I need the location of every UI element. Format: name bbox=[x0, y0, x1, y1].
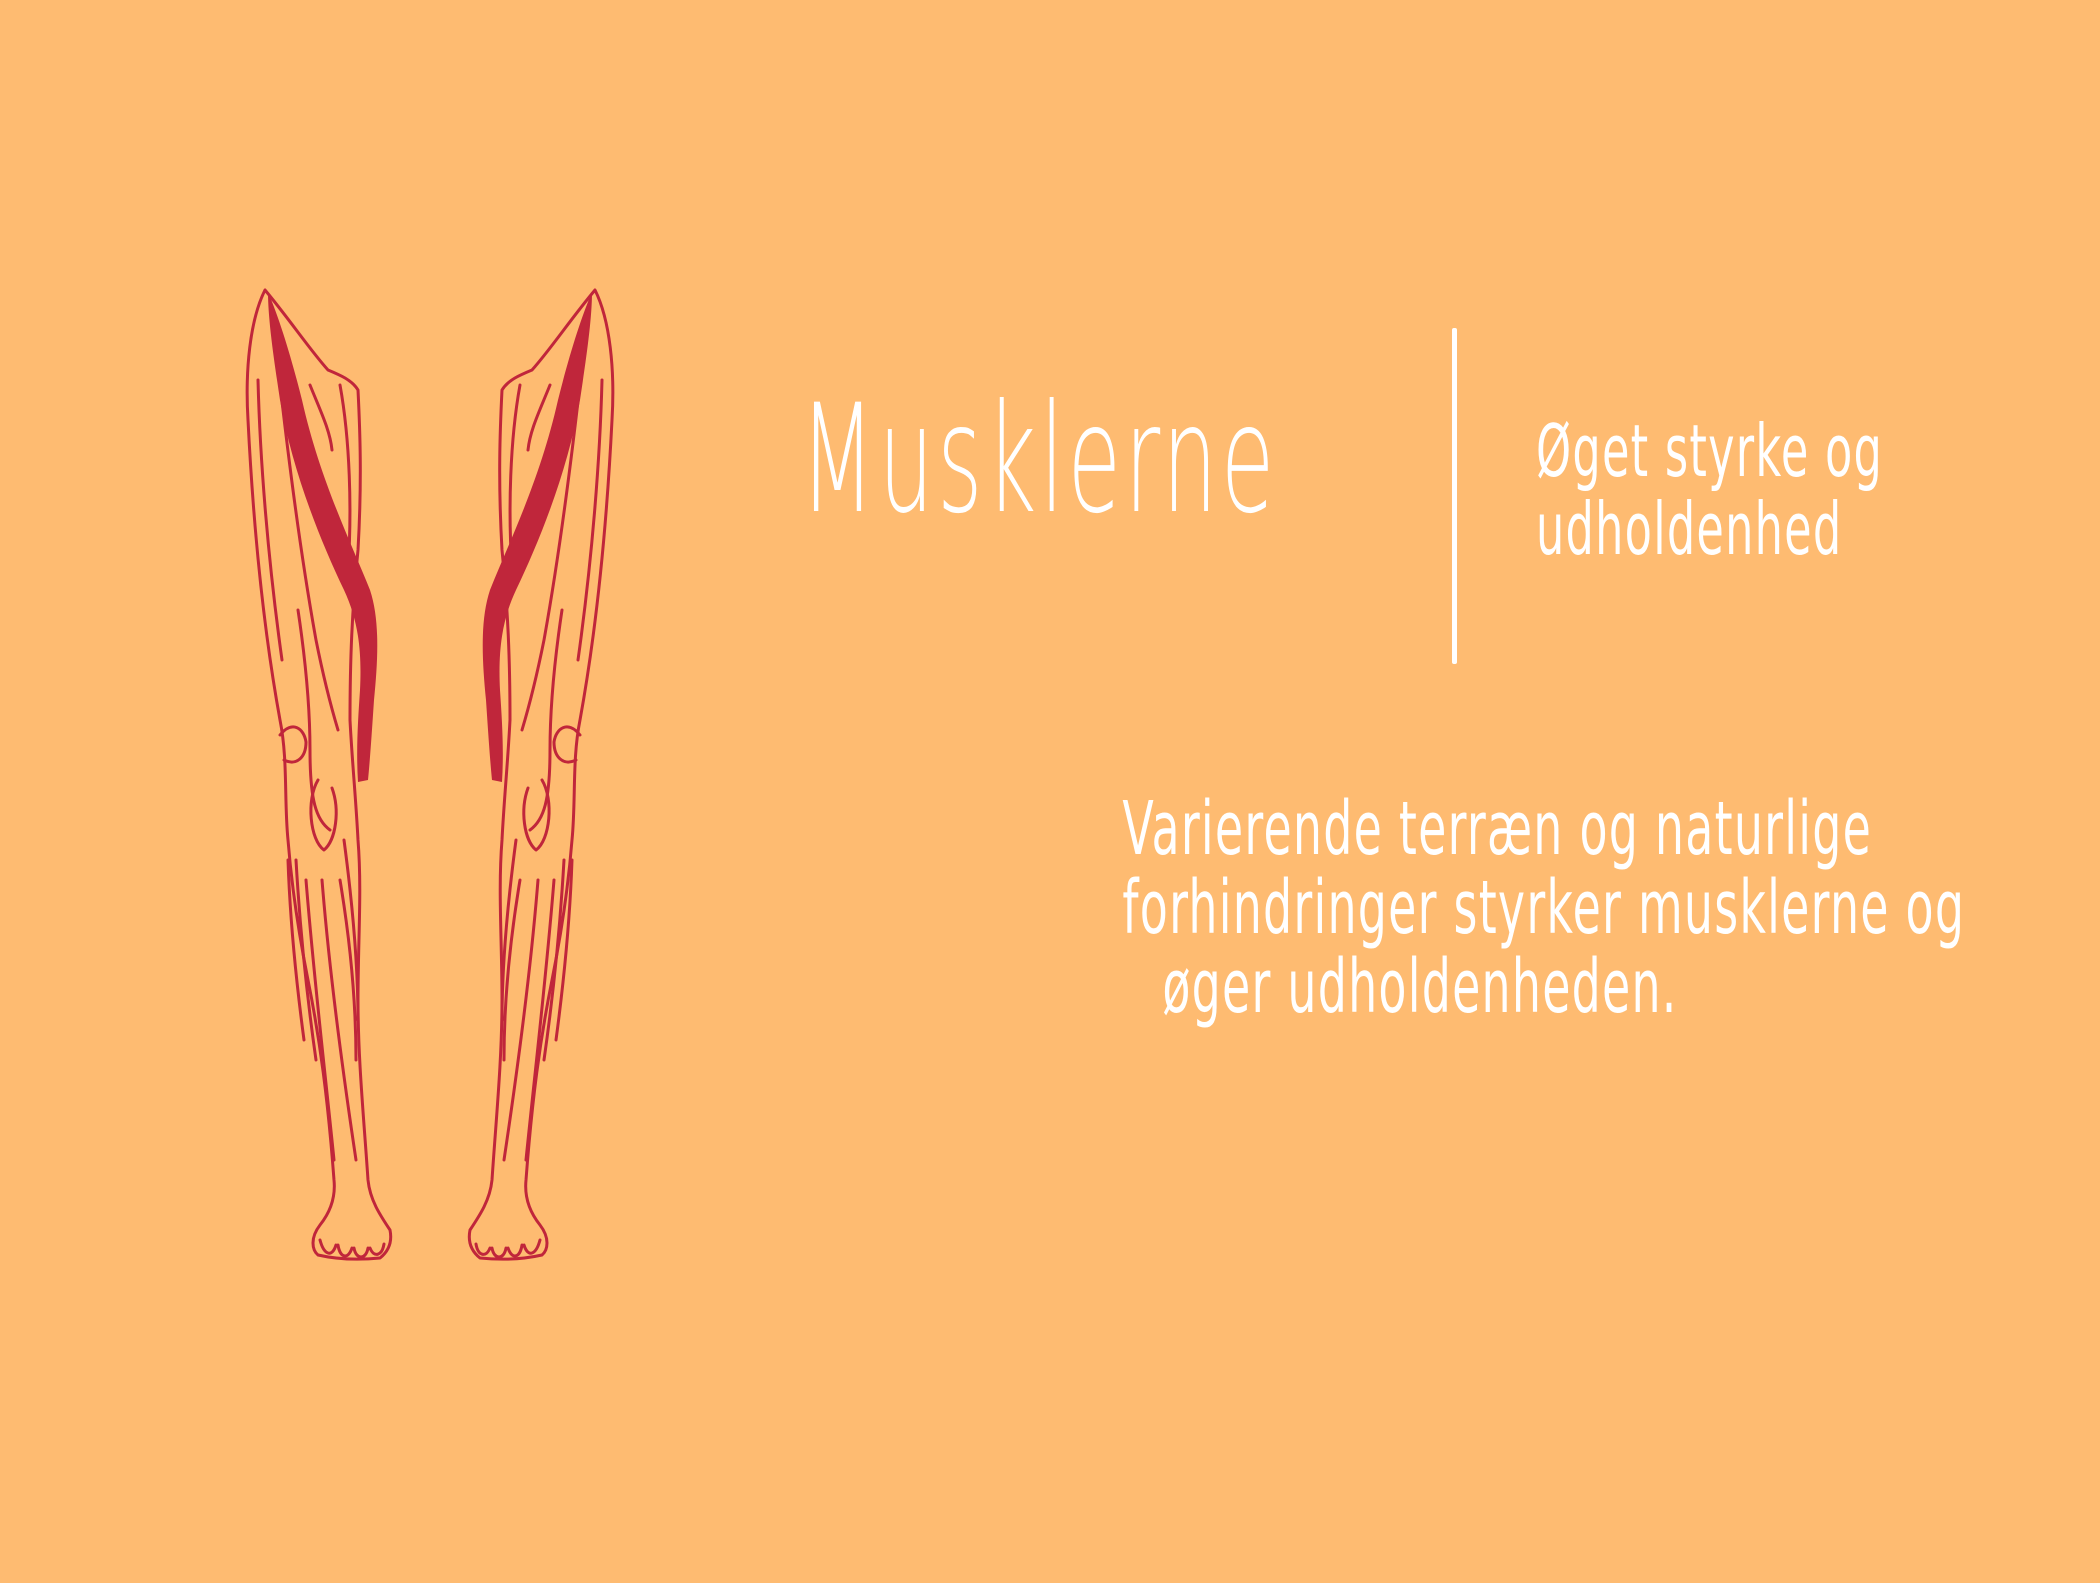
subtitle: Øget styrke og udholdenhed bbox=[1536, 412, 1883, 568]
description: Varierende terræn og naturlige forhindri… bbox=[940, 786, 1966, 1030]
page-title: Musklerne bbox=[800, 373, 1278, 547]
title-divider bbox=[1452, 328, 1457, 664]
description-line: Varierende terræn og naturlige bbox=[1122, 786, 1873, 872]
subtitle-line: Øget styrke og bbox=[1536, 409, 1884, 493]
description-line: forhindringer styrker musklerne og bbox=[1122, 865, 1966, 951]
subtitle-line: udholdenhed bbox=[1536, 487, 1843, 571]
description-line: øger udholdenheden. bbox=[1162, 944, 1678, 1030]
legs-anatomy-icon bbox=[245, 288, 615, 1261]
legs-muscle-illustration bbox=[240, 280, 620, 1300]
